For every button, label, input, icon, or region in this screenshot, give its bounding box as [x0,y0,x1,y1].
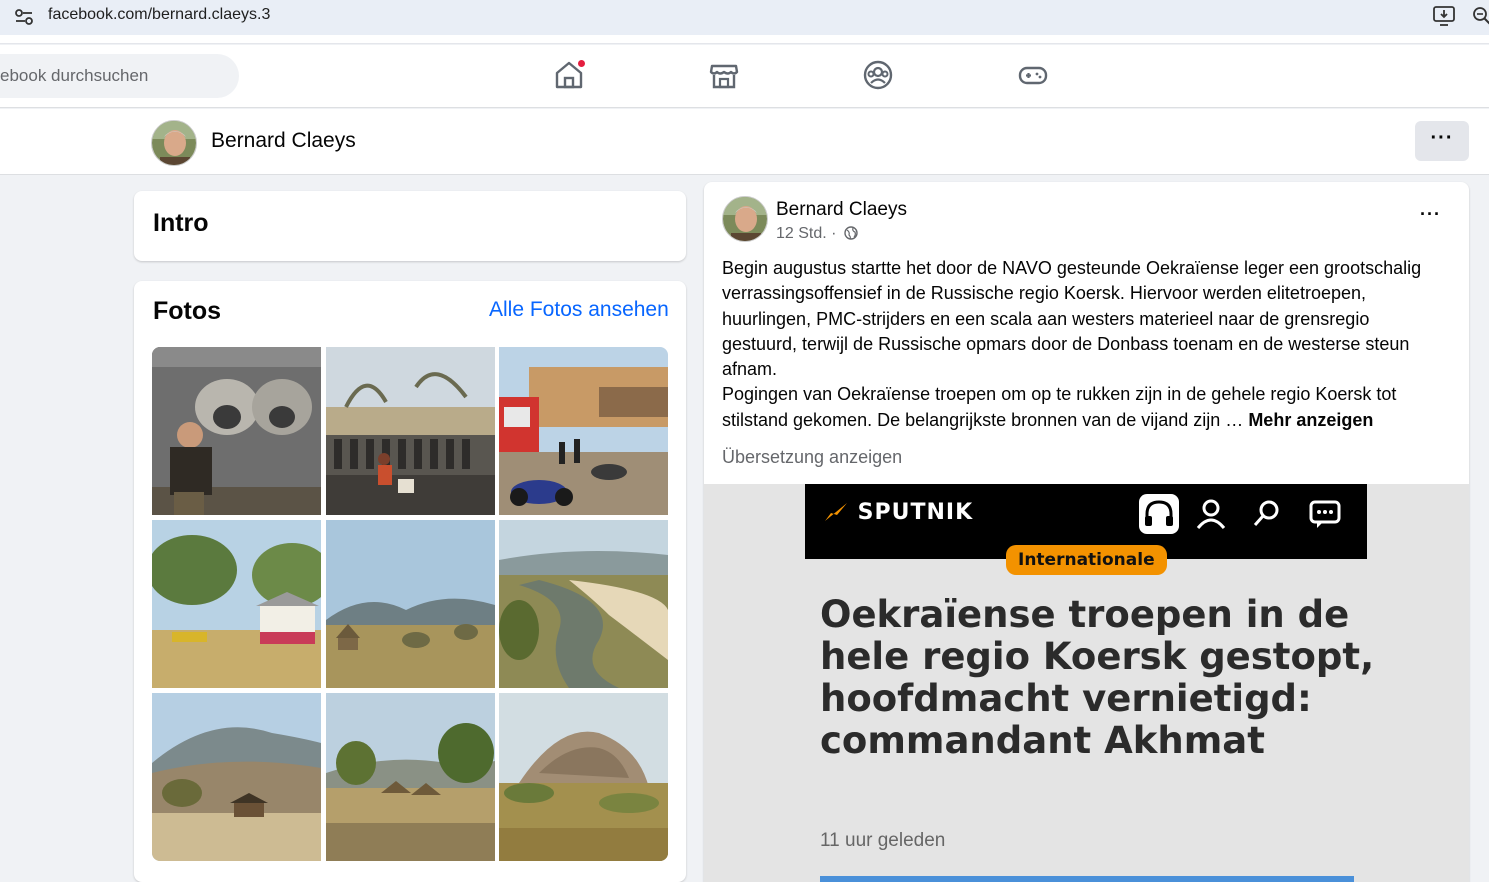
post-paragraph-2: Pogingen van Oekraïense troepen om op te… [722,382,1447,433]
photo-thumbnail[interactable] [326,693,495,861]
site-settings-icon[interactable] [14,8,34,26]
post-paragraph: Begin augustus startte het door de NAVO … [722,258,1422,380]
photo-thumbnail[interactable] [326,520,495,688]
photo-grid [152,347,668,862]
intro-title: Intro [153,209,209,237]
photo-thumbnail[interactable] [326,347,495,515]
intro-card: Intro [134,191,686,261]
profile-sticky-header: Bernard Claeys ··· [0,109,1489,175]
avatar[interactable] [151,120,197,166]
see-all-photos-link[interactable]: Alle Fotos ansehen [489,298,669,322]
post-time[interactable]: 12 Std. · [776,225,836,242]
article-time: 11 uur geleden [820,830,946,851]
headphones-icon [1139,494,1179,534]
more-options-button[interactable]: ··· [1415,121,1469,161]
gaming-icon[interactable] [1016,58,1050,92]
install-app-icon[interactable] [1432,5,1456,27]
facebook-top-nav: ebook durchsuchen [0,45,1489,108]
sputnik-logo: SPUTNIK [823,500,973,525]
category-badge: Internationale [1006,545,1167,575]
post-card: Bernard Claeys 12 Std. · ··· Begin augus… [704,182,1469,882]
photo-thumbnail[interactable] [499,347,668,515]
sputnik-logo-icon [825,503,847,521]
photo-thumbnail[interactable] [499,520,668,688]
post-body: Begin augustus startte het door de NAVO … [722,256,1447,433]
post-options-button[interactable]: ··· [1420,204,1441,225]
browser-toolbar: facebook.com/bernard.claeys.3 [0,0,1489,44]
photo-thumbnail[interactable] [152,693,321,861]
user-icon [1196,499,1226,529]
profile-name[interactable]: Bernard Claeys [211,129,356,153]
globe-icon [844,226,858,240]
chat-icon [1309,500,1341,528]
post-author[interactable]: Bernard Claeys [776,199,907,221]
article-image-edge [820,876,1354,882]
groups-icon[interactable] [861,58,895,92]
avatar[interactable] [722,196,768,242]
article-headline: Oekraïense troepen in de hele regio Koer… [820,593,1375,762]
photo-thumbnail[interactable] [499,693,668,861]
address-bar[interactable]: facebook.com/bernard.claeys.3 [0,0,1489,35]
see-translation-link[interactable]: Übersetzung anzeigen [722,447,902,468]
search-icon [1253,500,1279,526]
zoom-icon[interactable] [1472,6,1489,26]
photos-card: Fotos Alle Fotos ansehen [134,281,686,882]
photos-title: Fotos [153,297,222,325]
photo-thumbnail[interactable] [152,347,321,515]
sputnik-brand: SPUTNIK [857,500,974,525]
marketplace-icon[interactable] [707,58,741,92]
search-placeholder: ebook durchsuchen [0,66,149,85]
see-more-link[interactable]: Mehr anzeigen [1248,410,1373,430]
search-input[interactable]: ebook durchsuchen [0,54,239,98]
post-timestamp[interactable]: 12 Std. · [776,225,858,243]
url-text[interactable]: facebook.com/bernard.claeys.3 [48,6,270,24]
photo-thumbnail[interactable] [152,520,321,688]
link-preview-image[interactable]: SPUTNIK Internationale Oekraïense troepe… [704,484,1469,882]
notification-dot [577,59,586,68]
